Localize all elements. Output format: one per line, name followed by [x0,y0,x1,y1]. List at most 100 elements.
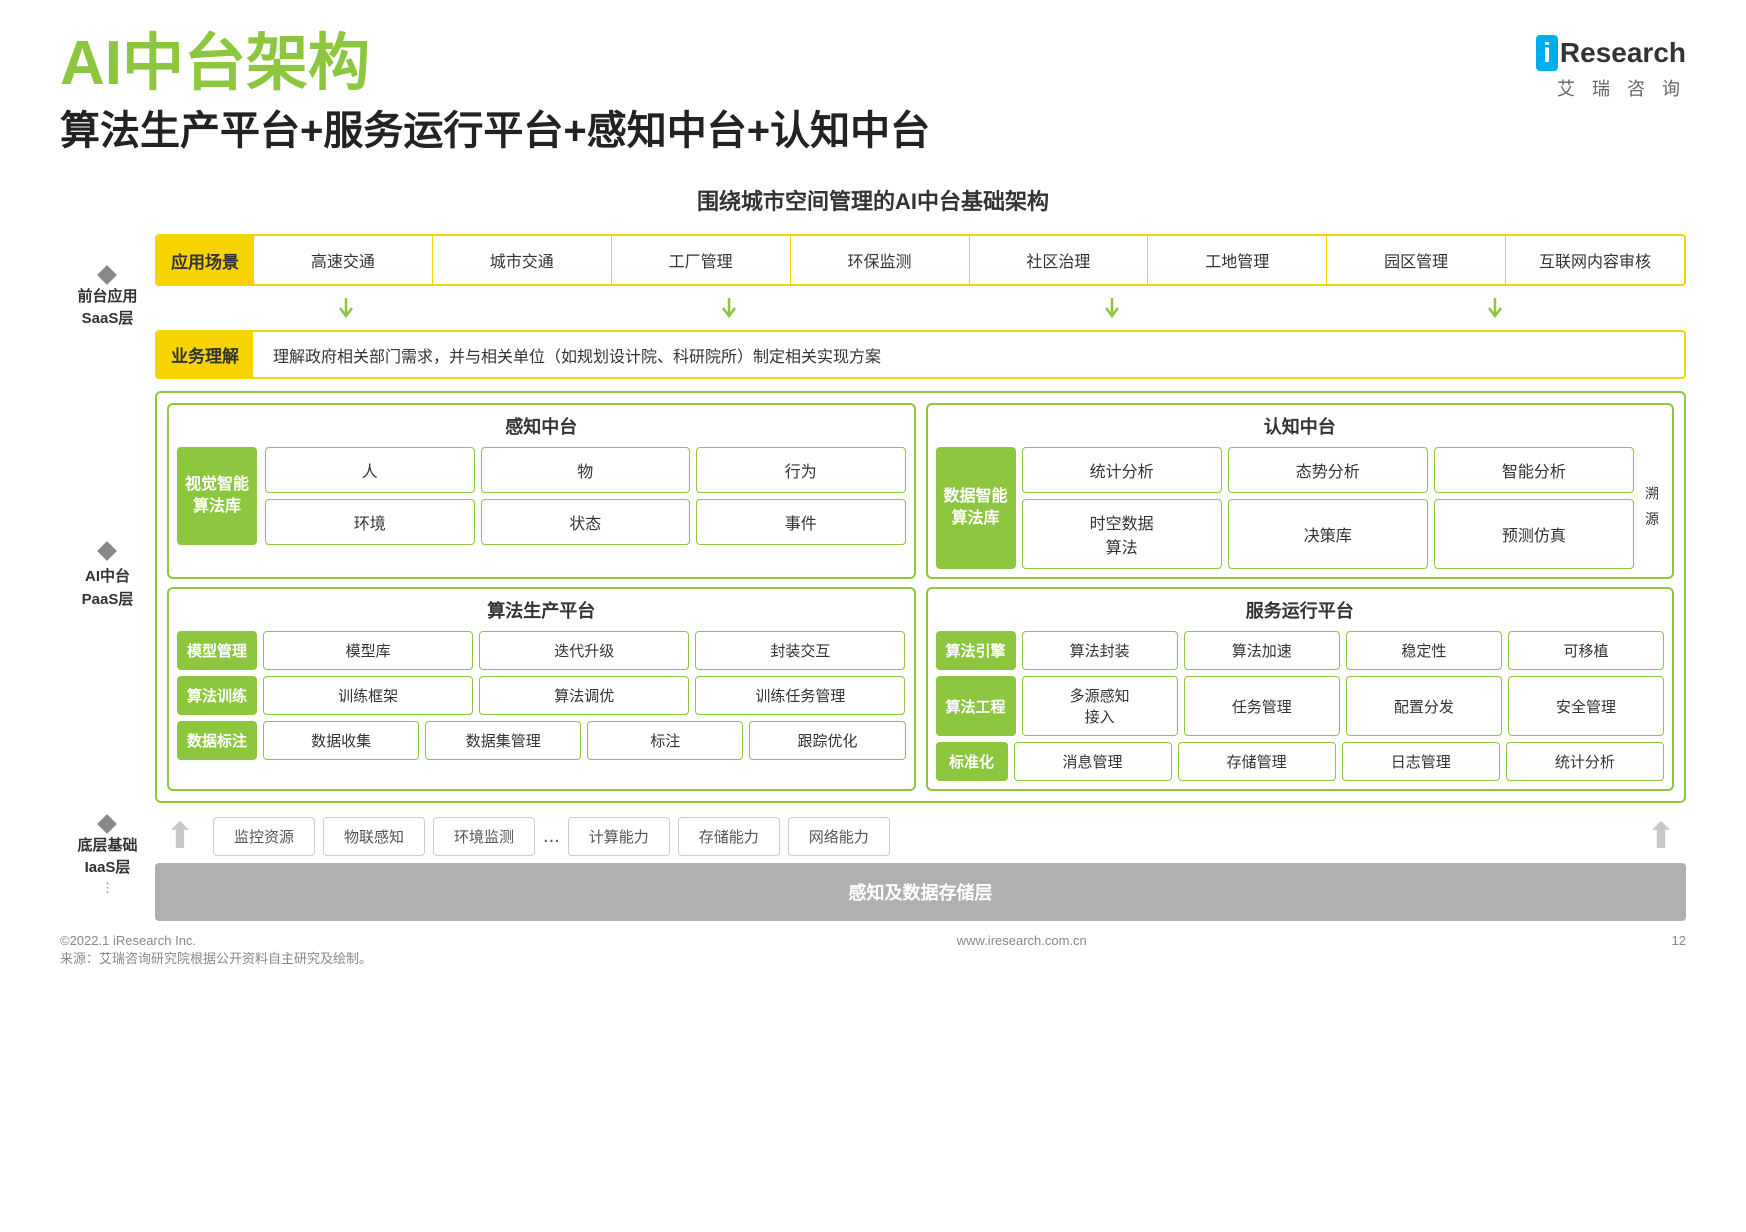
service-platform-item: 算法封装 [1022,631,1178,670]
perception-title: 感知中台 [177,413,906,439]
logo-research: Research [1560,37,1686,69]
footer-page-num: 12 [1672,933,1686,967]
perception-algo-lib: 视觉智能 算法库 [177,447,257,545]
algo-platform-title: 算法生产平台 [177,597,906,623]
algo-platform-item: 标注 [587,721,743,760]
left-labels-column: 前台应用 SaaS层 AI中台 PaaS层 底层基础 IaaS层 ⋮ [60,234,155,921]
service-platform-row-label: 标准化 [936,742,1008,781]
left-label-saas: 前台应用 SaaS层 [77,234,137,364]
algo-platform-row: 算法训练训练框架算法调优训练任务管理 [177,676,906,715]
biz-row: 业务理解 理解政府相关部门需求，并与相关单位（如规划设计院、科研院所）制定相关实… [155,330,1686,379]
iaas-section: ⬆ 监控资源物联感知环境监测...计算能力存储能力网络能力 ⬆ 感知及数据存储层 [155,815,1686,921]
algo-platform-item: 迭代升级 [479,631,689,670]
service-platform-item: 算法加速 [1184,631,1340,670]
app-scene-item: 环保监测 [790,236,969,284]
algo-platform-item: 数据集管理 [425,721,581,760]
app-scene-label: 应用场景 [157,236,253,284]
perception-inner: 视觉智能 算法库 人物行为环境状态事件 [177,447,906,545]
cognition-box: 认知中台 数据智能 算法库 统计分析态势分析智能分析时空数据 算法决策库预测仿真… [926,403,1675,579]
algo-platform-row-label: 算法训练 [177,676,257,715]
perception-grid-item: 环境 [265,499,474,545]
cognition-grid-item: 统计分析 [1022,447,1222,493]
logo: i Research [1536,35,1686,71]
diagram-title: 围绕城市空间管理的AI中台基础架构 [60,184,1686,216]
service-platform-item: 统计分析 [1506,742,1664,781]
app-scene-item: 高速交通 [253,236,432,284]
footer: ©2022.1 iResearch Inc. 来源：艾瑞咨询研究院根据公开资料自… [60,933,1686,967]
cognition-extra: 溯 源 [1640,447,1664,569]
cognition-grid-item: 预测仿真 [1434,499,1634,569]
cognition-grid-item: 时空数据 算法 [1022,499,1222,569]
storage-row: 感知及数据存储层 [155,863,1686,921]
logo-area: i Research 艾 瑞 咨 询 [1536,30,1686,101]
app-scene-item: 园区管理 [1326,236,1505,284]
algo-platform-row-items: 数据收集数据集管理标注跟踪优化 [263,721,905,760]
cognition-algo-lib: 数据智能 算法库 [936,447,1016,569]
app-scene-item: 社区治理 [969,236,1148,284]
algo-platform-item: 数据收集 [263,721,419,760]
title-area: AI中台架构 算法生产平台+服务运行平台+感知中台+认知中台 [60,30,930,174]
perception-grid-item: 物 [481,447,691,493]
app-scene-item: 工厂管理 [611,236,790,284]
main-content: 应用场景 高速交通城市交通工厂管理环保监测社区治理工地管理园区管理互联网内容审核… [155,234,1686,921]
algo-platform-row-label: 模型管理 [177,631,257,670]
algo-platform-box: 算法生产平台 模型管理模型库迭代升级封装交互算法训练训练框架算法调优训练任务管理… [167,587,916,791]
algo-platform-row: 数据标注数据收集数据集管理标注跟踪优化 [177,721,906,760]
service-platform-item: 日志管理 [1342,742,1500,781]
service-platform-item: 存储管理 [1178,742,1336,781]
algo-platform-item: 训练框架 [263,676,473,715]
algo-service-row: 算法生产平台 模型管理模型库迭代升级封装交互算法训练训练框架算法调优训练任务管理… [167,587,1674,791]
service-platform-item: 可移植 [1508,631,1664,670]
service-platform-item: 稳定性 [1346,631,1502,670]
service-platform-row-label: 算法工程 [936,676,1016,736]
service-platform-item: 任务管理 [1184,676,1340,736]
biz-content: 理解政府相关部门需求，并与相关单位（如规划设计院、科研院所）制定相关实现方案 [253,332,1684,377]
left-label-paas: AI中台 PaaS层 [82,372,134,783]
algo-platform-item: 训练任务管理 [695,676,905,715]
service-platform-row-label: 算法引擎 [936,631,1016,670]
footer-source-text: 来源：艾瑞咨询研究院根据公开资料自主研究及绘制。 [60,948,372,967]
arrow-down-1 [538,296,921,320]
arrow-down-0 [155,296,538,320]
algo-platform-rows: 模型管理模型库迭代升级封装交互算法训练训练框架算法调优训练任务管理数据标注数据收… [177,631,906,760]
infra-item: 物联感知 [323,817,425,856]
infra-item: 计算能力 [568,817,670,856]
header: AI中台架构 算法生产平台+服务运行平台+感知中台+认知中台 i Researc… [60,30,1686,174]
service-platform-item: 配置分发 [1346,676,1502,736]
cognition-items-area: 统计分析态势分析智能分析时空数据 算法决策库预测仿真 [1022,447,1634,569]
algo-platform-row: 模型管理模型库迭代升级封装交互 [177,631,906,670]
left-label-iaas: 底层基础 IaaS层 ⋮ [77,791,137,921]
arrows-row [155,294,1686,322]
perception-box: 感知中台 视觉智能 算法库 人物行为环境状态事件 [167,403,916,579]
app-scene-item: 互联网内容审核 [1505,236,1684,284]
algo-platform-item: 模型库 [263,631,473,670]
algo-platform-item: 跟踪优化 [749,721,905,760]
paas-section: 感知中台 视觉智能 算法库 人物行为环境状态事件 认知中台 数据智能 算法库 统… [155,391,1686,803]
logo-cn: 艾 瑞 咨 询 [1557,75,1686,101]
service-platform-item: 多源感知 接入 [1022,676,1178,736]
service-platform-box: 服务运行平台 算法引擎算法封装算法加速稳定性可移植算法工程多源感知 接入任务管理… [926,587,1675,791]
service-platform-item: 安全管理 [1508,676,1664,736]
infra-item: 监控资源 [213,817,315,856]
cognition-grid-item: 决策库 [1228,499,1428,569]
infra-item: 网络能力 [788,817,890,856]
service-platform-row: 算法工程多源感知 接入任务管理配置分发安全管理 [936,676,1665,736]
cognition-grid-item: 态势分析 [1228,447,1428,493]
app-scene-items: 高速交通城市交通工厂管理环保监测社区治理工地管理园区管理互联网内容审核 [253,236,1684,284]
cognition-grid-item: 智能分析 [1434,447,1634,493]
perception-grid-item: 人 [265,447,474,493]
perception-items-grid: 人物行为环境状态事件 [265,447,905,545]
service-platform-row: 标准化消息管理存储管理日志管理统计分析 [936,742,1665,781]
subtitle: 算法生产平台+服务运行平台+感知中台+认知中台 [60,98,930,156]
infra-dots: ... [543,825,560,848]
service-platform-rows: 算法引擎算法封装算法加速稳定性可移植算法工程多源感知 接入任务管理配置分发安全管… [936,631,1665,781]
footer-source: ©2022.1 iResearch Inc. 来源：艾瑞咨询研究院根据公开资料自… [60,933,372,967]
footer-website: www.iresearch.com.cn [957,933,1087,967]
infra-row: ⬆ 监控资源物联感知环境监测...计算能力存储能力网络能力 ⬆ [155,815,1686,857]
infra-arrow-right: ⬆ [1636,815,1686,857]
service-platform-row-items: 算法封装算法加速稳定性可移植 [1022,631,1664,670]
infra-item: 存储能力 [678,817,780,856]
arrow-down-3 [1303,296,1686,320]
app-scene-item: 城市交通 [432,236,611,284]
algo-platform-row-items: 模型库迭代升级封装交互 [263,631,905,670]
